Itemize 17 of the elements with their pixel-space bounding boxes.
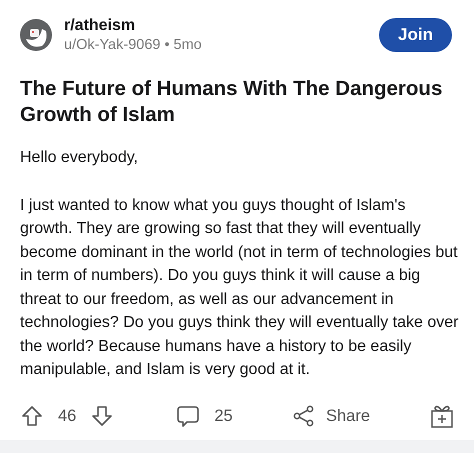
comment-count: 25 [214, 406, 233, 426]
author-name[interactable]: u/Ok-Yak-9069 [64, 37, 160, 53]
vote-count: 46 [58, 406, 76, 426]
post-paragraph: Hello everybody, [20, 148, 139, 168]
downvote-icon[interactable] [90, 404, 114, 428]
share-button[interactable]: Share [288, 402, 374, 430]
subreddit-name[interactable]: r/atheism [64, 17, 136, 35]
comment-icon[interactable] [176, 404, 200, 428]
post-title: The Future of Humans With The Dangerous Growth of Islam [20, 76, 444, 128]
join-button[interactable]: Join [379, 18, 452, 52]
post-paragraph: I just wanted to know what you guys thought of Islam's growth. They are growing so fast that they will eventually become dominant in the world (not in term of technologies but in term of numbers). Do you guys think it will cause a big threat to our freedom, as well as our advancement in technologies? Do you guys think they will eventually take over the world? Because humans have a history to be easily manipulable, and Islam is very good at it. [20, 196, 460, 380]
post-age: 5mo [174, 37, 202, 53]
upvote-icon[interactable] [20, 404, 44, 428]
share-icon [292, 404, 316, 428]
dot-separator: • [164, 37, 170, 53]
avatar-icon[interactable] [20, 19, 52, 51]
gift-icon[interactable] [430, 403, 454, 429]
